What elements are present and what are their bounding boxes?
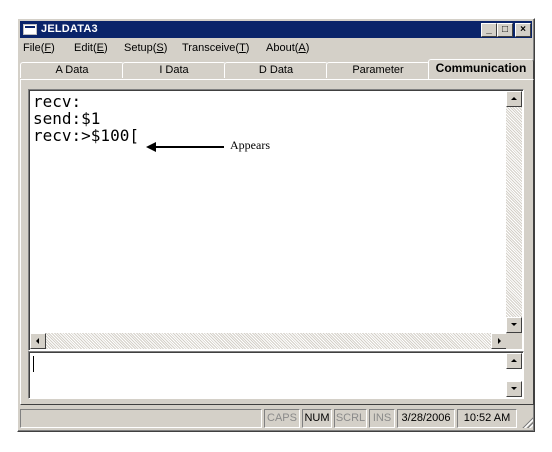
app-window: JELDATA3 _ □ × File(F) Edit(E) Setup(S) …: [17, 18, 535, 432]
receive-log[interactable]: recv: send:$1 recv:>$100[: [28, 89, 524, 351]
status-date: 3/28/2006: [397, 409, 455, 428]
scroll-right-button[interactable]: [491, 333, 507, 349]
status-time: 10:52 AM: [457, 409, 517, 428]
tab-d-data[interactable]: D Data: [224, 62, 328, 78]
send-scroll-down-button[interactable]: [506, 381, 522, 397]
scroll-left-button[interactable]: [30, 333, 46, 349]
window-title: JELDATA3: [41, 23, 98, 35]
left-arrow-icon: [146, 142, 224, 152]
tab-strip: A Data I Data D Data Parameter Communica…: [20, 58, 534, 79]
receive-horizontal-scrollbar[interactable]: [30, 333, 507, 349]
status-message: [20, 409, 262, 428]
arrow-down-icon: [511, 323, 517, 326]
send-scroll-up-button[interactable]: [506, 353, 522, 369]
title-bar[interactable]: JELDATA3 _ □ ×: [20, 21, 532, 38]
menu-file[interactable]: File(F): [23, 41, 55, 55]
arrow-up-icon: [511, 359, 517, 362]
log-text: recv: send:$1 recv:>$100[: [33, 92, 139, 145]
resize-grip[interactable]: [521, 416, 533, 428]
menu-edit[interactable]: Edit(E): [74, 41, 108, 55]
app-icon: [23, 24, 37, 35]
menu-bar: File(F) Edit(E) Setup(S) Transceive(T) A…: [20, 39, 532, 57]
status-ins: INS: [369, 409, 395, 428]
send-input[interactable]: [28, 351, 524, 399]
scroll-corner: [506, 333, 522, 349]
text-caret: [33, 356, 34, 372]
status-bar: CAPS NUM SCRL INS 3/28/2006 10:52 AM: [20, 409, 534, 429]
receive-vertical-scrollbar[interactable]: [506, 91, 522, 333]
menu-setup[interactable]: Setup(S): [124, 41, 167, 55]
status-num: NUM: [302, 409, 332, 428]
scroll-up-button[interactable]: [506, 91, 522, 107]
arrow-right-icon: [498, 338, 501, 344]
minimize-button[interactable]: _: [481, 23, 497, 37]
annotation-text: Appears: [230, 138, 270, 152]
tab-a-data[interactable]: A Data: [20, 62, 124, 78]
tab-i-data[interactable]: I Data: [122, 62, 226, 78]
annotation: Appears: [146, 138, 296, 154]
send-vertical-scrollbar[interactable]: [506, 353, 522, 397]
menu-about[interactable]: About(A): [266, 41, 309, 55]
menu-transceive[interactable]: Transceive(T): [182, 41, 249, 55]
arrow-up-icon: [511, 97, 517, 100]
close-button[interactable]: ×: [515, 23, 531, 37]
status-scrl: SCRL: [334, 409, 367, 428]
arrow-left-icon: [36, 338, 39, 344]
tab-parameter[interactable]: Parameter: [326, 62, 430, 78]
status-caps: CAPS: [264, 409, 300, 428]
scroll-down-button[interactable]: [506, 317, 522, 333]
maximize-button[interactable]: □: [497, 23, 513, 37]
tab-communication[interactable]: Communication: [428, 59, 534, 79]
arrow-down-icon: [511, 387, 517, 390]
